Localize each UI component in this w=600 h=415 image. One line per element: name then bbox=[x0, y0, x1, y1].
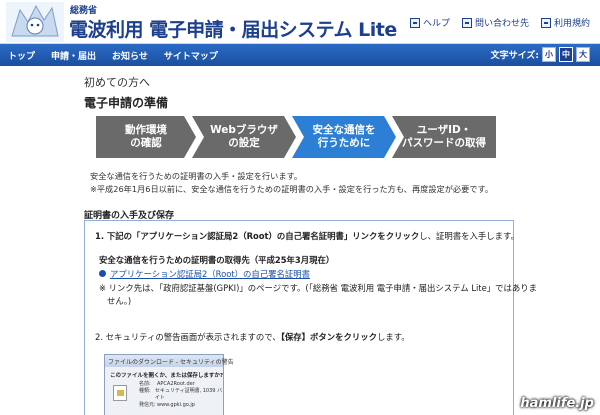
step-1-text: 1. 下記の「アプリケーション認証局2（Root）の自己署名証明書」リンクをクリ… bbox=[95, 230, 519, 242]
terms-link-label[interactable]: 利用規約 bbox=[554, 16, 590, 29]
certificate-file-icon bbox=[113, 385, 127, 401]
step-4-line2: パスワードの取得 bbox=[402, 137, 486, 149]
dialog-key: 名前: bbox=[139, 381, 151, 387]
dialog-key: 発信元: bbox=[139, 402, 156, 408]
step-2-text: 2. セキュリティの警告画面が表示されますので、【保存】ボタンをクリックします。 bbox=[95, 331, 410, 343]
nav-sitemap[interactable]: サイトマップ bbox=[156, 49, 226, 62]
link-bullet-icon bbox=[99, 270, 106, 277]
mascot-logo bbox=[6, 2, 64, 42]
breadcrumb: 初めての方へ bbox=[84, 76, 150, 89]
download-note-1: ※ リンク先は、「政府認証基盤(GPKI)」のページです。(「総務省 電波利用 … bbox=[99, 283, 537, 293]
font-size-large-button[interactable]: 大 bbox=[576, 47, 590, 62]
terms-icon bbox=[540, 17, 551, 28]
step-2-line2: の設定 bbox=[228, 137, 260, 149]
dialog-value: APCA2Root.der bbox=[157, 381, 195, 387]
nav-top[interactable]: トップ bbox=[0, 49, 43, 62]
font-size-label: 文字サイズ: bbox=[490, 51, 539, 61]
download-note-2: せん。) bbox=[107, 296, 132, 306]
dialog-value: www.gpki.go.jp bbox=[157, 402, 195, 408]
step-indicator: 動作環境 の確認 Webブラウザ の設定 安全な通信を 行うために ユーザID・ パスワ… bbox=[96, 116, 496, 158]
certificate-download-link[interactable]: アプリケーション認証局2（Root）の自己署名証明書 bbox=[110, 269, 310, 279]
watermark: hamlife.jp bbox=[520, 396, 594, 411]
step-1-bold: 1. 下記の「アプリケーション認証局2（Root）の自己署名証明書」リンクをクリ… bbox=[95, 231, 420, 241]
page-description: 安全な通信を行うための証明書の入手・設定を行います。 ※平成26年1月6日以前に… bbox=[90, 170, 493, 196]
download-heading: 安全な通信を行うための証明書の取得先（平成25年3月現在） bbox=[99, 255, 335, 265]
font-size-medium-button[interactable]: 中 bbox=[559, 47, 573, 62]
contact-link[interactable]: 問い合わせ先 bbox=[461, 16, 529, 29]
step-2-prefix: 2. セキュリティの警告画面が表示されますので、 bbox=[95, 332, 281, 342]
global-nav: トップ 申請・届出 お知らせ サイトマップ 文字サイズ: 小 中 大 bbox=[0, 44, 600, 66]
font-size-small-button[interactable]: 小 bbox=[542, 47, 556, 62]
step-browser: Webブラウザ の設定 bbox=[192, 116, 296, 158]
dialog-row-source: 発信元: www.gpki.go.jp bbox=[105, 402, 223, 409]
step-4-line1: ユーザID・ bbox=[416, 124, 472, 136]
step-1-line1: 動作環境 bbox=[125, 124, 167, 136]
help-link-label[interactable]: ヘルプ bbox=[423, 16, 450, 29]
step-3-line1: 安全な通信を bbox=[312, 124, 376, 136]
dialog-title: ファイルのダウンロード - セキュリティの警告 bbox=[105, 355, 234, 367]
desc-line-2: ※平成26年1月6日以前に、安全な通信を行うための証明書の入手・設定を行った方も… bbox=[90, 184, 494, 194]
step-2-line1: Webブラウザ bbox=[210, 124, 278, 136]
step-environment: 動作環境 の確認 bbox=[96, 116, 196, 158]
dialog-question: このファイルを開くか、または保存しますか? bbox=[110, 373, 224, 379]
site-header: 総務省 電波利用 電子申請・届出システム Lite ヘルプ 問い合わせ先 利用規… bbox=[0, 0, 600, 44]
system-title[interactable]: 電波利用 電子申請・届出システム Lite bbox=[69, 15, 397, 42]
contact-link-label[interactable]: 問い合わせ先 bbox=[475, 16, 529, 29]
page-title: 電子申請の準備 bbox=[84, 96, 169, 110]
download-link-row: アプリケーション認証局2（Root）の自己署名証明書 bbox=[99, 268, 310, 280]
font-size-switcher: 文字サイズ: 小 中 大 bbox=[491, 47, 590, 62]
nav-news[interactable]: お知らせ bbox=[104, 49, 156, 62]
terms-link[interactable]: 利用規約 bbox=[540, 16, 590, 29]
desc-line-1: 安全な通信を行うための証明書の入手・設定を行います。 bbox=[90, 171, 303, 181]
dialog-value: セキュリティ証明書, 1039 バイト bbox=[154, 388, 223, 401]
step-2-bold: 【保存】ボタンをクリック bbox=[280, 332, 377, 342]
step-1-suffix: し、証明書を入手します。 bbox=[419, 231, 519, 241]
help-link[interactable]: ヘルプ bbox=[409, 16, 450, 29]
dialog-key: 種類: bbox=[139, 388, 151, 394]
contact-icon bbox=[461, 17, 472, 28]
step-1-line2: の確認 bbox=[130, 137, 162, 149]
security-warning-dialog-screenshot: ファイルのダウンロード - セキュリティの警告 このファイルを開くか、または保存… bbox=[104, 354, 234, 415]
nav-apply[interactable]: 申請・届出 bbox=[43, 49, 104, 62]
step-3-line2: 行うために bbox=[317, 137, 371, 149]
step-secure-comm: 安全な通信を 行うために bbox=[292, 116, 396, 158]
step-2-suffix: します。 bbox=[377, 332, 410, 342]
utility-links: ヘルプ 問い合わせ先 利用規約 bbox=[409, 16, 590, 29]
help-icon bbox=[409, 17, 420, 28]
step-userid: ユーザID・ パスワードの取得 bbox=[392, 116, 496, 158]
